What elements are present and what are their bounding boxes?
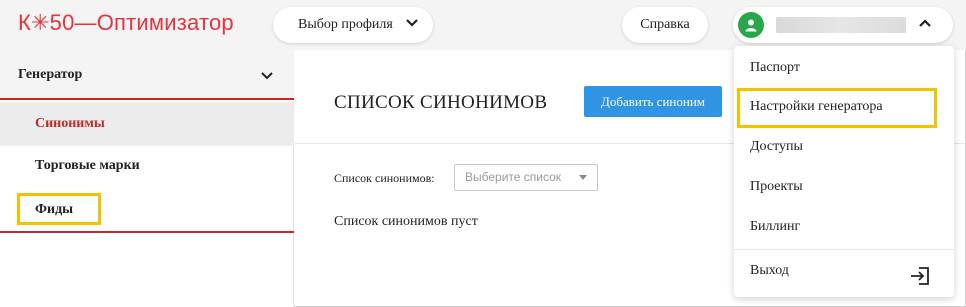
sidebar-divider	[0, 231, 294, 233]
sidebar-item-synonyms[interactable]: Синонимы	[0, 102, 294, 146]
sidebar-group-label: Генератор	[18, 67, 83, 82]
menu-item-projects[interactable]: Проекты	[734, 167, 954, 207]
menu-item-access[interactable]: Доступы	[734, 127, 954, 167]
menu-divider	[734, 249, 954, 250]
chevron-down-icon	[260, 68, 274, 86]
add-synonym-button[interactable]: Добавить синоним	[584, 86, 722, 117]
caret-down-icon	[579, 175, 587, 180]
synonym-list-select[interactable]: Выберите список	[454, 164, 598, 191]
page-title: СПИСОК СИНОНИМОВ	[334, 92, 548, 113]
profile-select-label: Выбор профиля	[298, 17, 393, 32]
settings-highlight-box	[737, 88, 937, 128]
logo[interactable]: К✳50—Оптимизатор	[18, 10, 234, 36]
user-menu-button[interactable]	[733, 7, 953, 43]
user-avatar-icon	[738, 12, 764, 38]
feeds-highlight-box	[17, 193, 101, 225]
menu-item-passport[interactable]: Паспорт	[734, 48, 954, 88]
logout-icon	[910, 262, 930, 302]
logout-label: Выход	[750, 263, 789, 278]
profile-select-button[interactable]: Выбор профиля	[273, 7, 433, 43]
top-header: К✳50—Оптимизатор Выбор профиля Справка	[0, 0, 966, 50]
menu-item-billing[interactable]: Биллинг	[734, 207, 954, 247]
chevron-down-icon	[405, 17, 419, 33]
user-name	[776, 17, 906, 33]
sidebar: Генератор Синонимы Торговые марки Фиды	[0, 50, 294, 307]
empty-list-message: Список синонимов пуст	[334, 214, 478, 229]
user-dropdown-menu: Паспорт Настройки генератора Доступы Про…	[734, 46, 954, 297]
menu-item-logout[interactable]: Выход	[734, 251, 954, 291]
synonym-list-label: Список синонимов:	[334, 171, 435, 185]
help-label: Справка	[640, 17, 690, 32]
sidebar-item-trademarks[interactable]: Торговые марки	[0, 146, 294, 186]
sidebar-group-generator[interactable]: Генератор	[0, 50, 294, 100]
select-placeholder: Выберите список	[465, 170, 562, 184]
help-button[interactable]: Справка	[622, 7, 708, 43]
chevron-up-icon	[918, 17, 932, 33]
